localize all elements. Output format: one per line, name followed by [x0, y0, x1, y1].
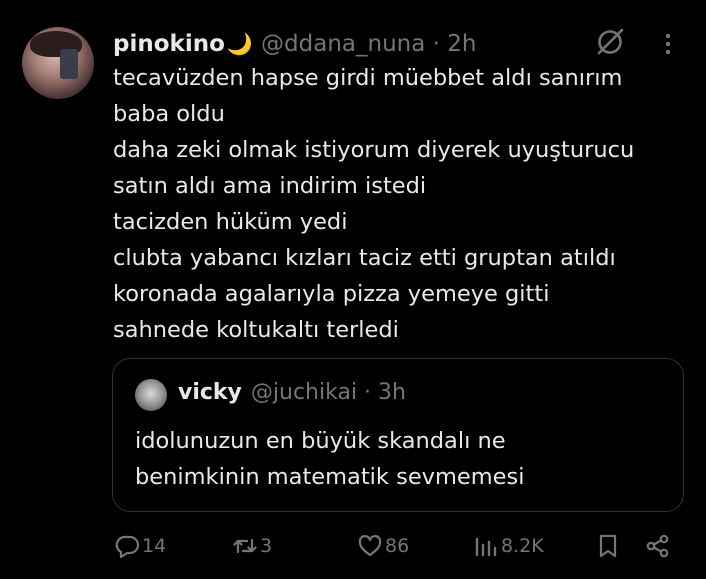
retweet-button[interactable]: 3 — [232, 528, 272, 564]
retweet-icon — [233, 538, 257, 554]
tweet-line: daha zeki olmak istiyorum diyerek uyuştu… — [113, 137, 635, 163]
like-icon — [358, 535, 382, 557]
tweet-line: baba oldu — [113, 101, 225, 127]
bookmark-icon — [599, 534, 617, 558]
views-icon — [475, 537, 497, 557]
bookmark-button[interactable] — [595, 528, 621, 564]
tweet[interactable]: pinokino 🌙 @ddana_nuna · 2h tecavüzden h… — [0, 0, 706, 579]
moon-emoji: 🌙 — [226, 31, 254, 56]
quoted-header: vicky @juchikai · 3h — [178, 380, 406, 405]
tweet-line: sahnede koltukaltı terledi — [113, 317, 399, 343]
reply-button[interactable]: 14 — [114, 528, 166, 564]
views-count: 8.2K — [501, 535, 544, 557]
reply-count: 14 — [142, 535, 167, 557]
retweet-count: 3 — [260, 535, 273, 557]
tweet-line: tecavüzden hapse girdi müebbet aldı sanı… — [113, 65, 623, 91]
quoted-text: idolunuzun en büyük skandalı ne benimkin… — [135, 423, 675, 495]
grok-icon[interactable] — [593, 25, 627, 59]
avatar-phone — [60, 49, 78, 79]
tweet-header: pinokino 🌙 @ddana_nuna · 2h — [113, 28, 476, 60]
action-bar: 14 3 86 8.2K — [0, 528, 706, 564]
like-button[interactable]: 86 — [357, 528, 409, 564]
quoted-line: benimkinin matematik sevmemesi — [135, 464, 525, 490]
like-count: 86 — [385, 535, 410, 557]
quoted-line: idolunuzun en büyük skandalı ne — [135, 428, 506, 454]
tweet-line: koronada agalarıyla pizza yemeye gitti — [113, 281, 550, 307]
tweet-line: clubta yabancı kızları taciz etti grupta… — [113, 245, 616, 271]
tweet-line: tacizden hüküm yedi — [113, 209, 348, 235]
tweet-text: tecavüzden hapse girdi müebbet aldı sanı… — [113, 60, 693, 348]
share-icon — [646, 534, 669, 558]
more-icon[interactable] — [658, 28, 678, 60]
quoted-handle-timestamp: @juchikai · 3h — [250, 380, 406, 405]
reply-icon — [115, 535, 140, 559]
author-handle-timestamp[interactable]: @ddana_nuna · 2h — [261, 31, 476, 57]
views-button[interactable]: 8.2K — [473, 528, 544, 564]
tweet-line: satın aldı ama indirim istedi — [113, 173, 427, 199]
author-name[interactable]: pinokino — [113, 31, 225, 57]
share-button[interactable] — [645, 528, 671, 564]
quoted-author-avatar[interactable] — [135, 379, 167, 411]
quoted-tweet[interactable]: vicky @juchikai · 3h idolunuzun en büyük… — [112, 358, 684, 512]
quoted-author-name: vicky — [178, 380, 242, 405]
author-avatar[interactable] — [22, 27, 94, 99]
